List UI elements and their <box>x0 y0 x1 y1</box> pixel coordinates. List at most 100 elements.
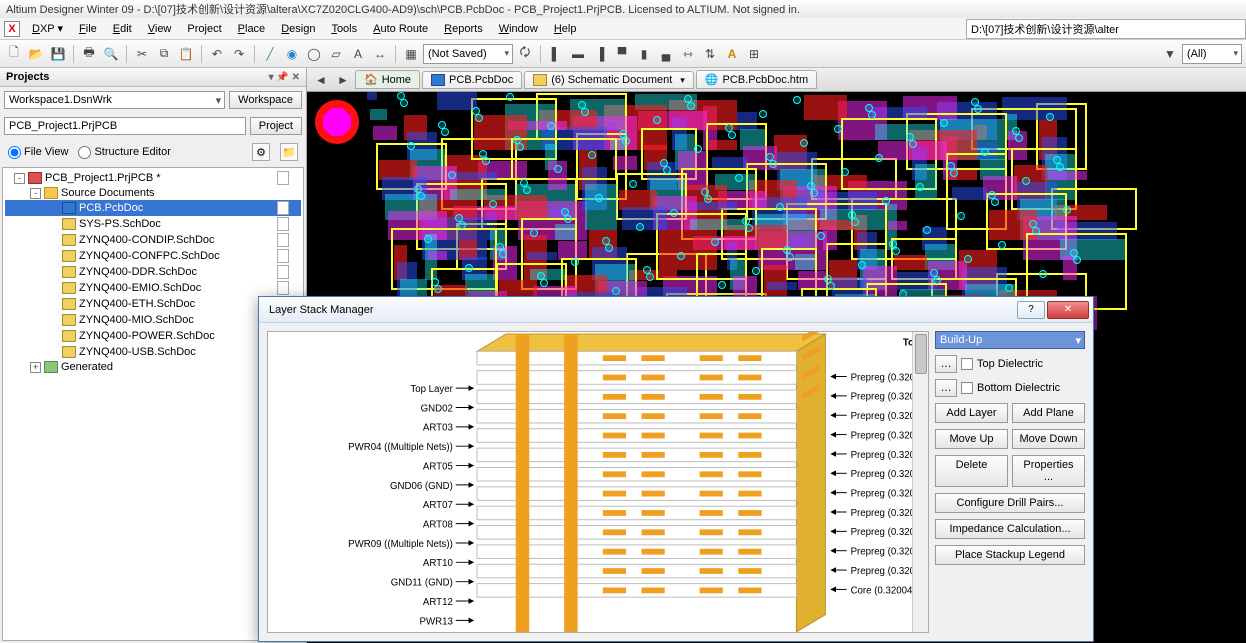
folder-icon[interactable]: 📁 <box>280 143 298 161</box>
menu-edit[interactable]: Edit <box>105 20 140 38</box>
undo-icon[interactable]: ↶ <box>207 44 227 64</box>
tree-item[interactable]: SYS-PS.SchDoc <box>5 216 301 232</box>
radio-structure-editor[interactable]: Structure Editor <box>78 146 170 159</box>
save-icon[interactable]: 💾 <box>48 44 68 64</box>
redo-icon[interactable]: ↷ <box>229 44 249 64</box>
tree-item[interactable]: ZYNQ400-EMIO.SchDoc <box>5 280 301 296</box>
tree-item[interactable]: ZYNQ400-MIO.SchDoc <box>5 312 301 328</box>
tree-label: ZYNQ400-EMIO.SchDoc <box>79 282 201 294</box>
route-icon[interactable]: ╱ <box>260 44 280 64</box>
drill-pairs-button[interactable]: Configure Drill Pairs... <box>935 493 1085 513</box>
tab-home[interactable]: 🏠 Home <box>355 70 420 89</box>
pin-icon[interactable]: ▾ 📌 ✕ <box>269 72 300 83</box>
path-box[interactable]: D:\[07]技术创新\设计资源\alter <box>966 19 1246 39</box>
dist-h-icon[interactable]: ⇿ <box>678 44 698 64</box>
help-icon[interactable]: ? <box>1017 301 1045 319</box>
text-icon[interactable]: A <box>348 44 368 64</box>
doc-icon <box>277 201 289 215</box>
close-icon[interactable]: ✕ <box>1047 301 1089 319</box>
menu-dxp[interactable]: DXP ▾ <box>24 19 71 38</box>
align-h-icon[interactable]: ▬ <box>568 44 588 64</box>
tab-pcb[interactable]: PCB.PcbDoc <box>422 71 522 89</box>
project-button[interactable]: Project <box>250 117 302 135</box>
menu-place[interactable]: Place <box>230 20 274 38</box>
tree-expand-icon[interactable]: - <box>30 188 41 199</box>
align-bot-icon[interactable]: ▄ <box>656 44 676 64</box>
top-dielectric-dots[interactable]: … <box>935 355 957 373</box>
tree-expand-icon[interactable]: - <box>14 173 25 184</box>
tree-item[interactable]: ZYNQ400-ETH.SchDoc <box>5 296 301 312</box>
dim-icon[interactable]: ↔ <box>370 44 390 64</box>
pad-icon[interactable]: ◯ <box>304 44 324 64</box>
doc-icon <box>277 217 289 231</box>
tree-item[interactable]: +Generated <box>5 360 301 374</box>
align-top-icon[interactable]: ▀ <box>612 44 632 64</box>
menu-file[interactable]: File <box>71 20 105 38</box>
menu-design[interactable]: Design <box>273 20 323 38</box>
tree-item[interactable]: ZYNQ400-USB.SchDoc <box>5 344 301 360</box>
stackup-legend-button[interactable]: Place Stackup Legend <box>935 545 1085 565</box>
menu-reports[interactable]: Reports <box>436 20 491 38</box>
scrollbar-v[interactable] <box>912 332 928 632</box>
tree-item[interactable]: PCB.PcbDoc <box>5 200 301 216</box>
bot-dielectric-dots[interactable]: … <box>935 379 957 397</box>
layer-name: Top Layer <box>410 384 453 395</box>
tree-item[interactable]: ZYNQ400-POWER.SchDoc <box>5 328 301 344</box>
workspace-button[interactable]: Workspace <box>229 91 302 109</box>
new-icon[interactable]: 🗋 <box>4 44 24 64</box>
align-v-icon[interactable]: ▮ <box>634 44 654 64</box>
align-right-icon[interactable]: ▐ <box>590 44 610 64</box>
menu-project[interactable]: Project <box>179 20 229 38</box>
bot-dielectric-check[interactable] <box>961 382 973 394</box>
tab-schematics[interactable]: (6) Schematic Document <box>524 71 694 89</box>
tree-item[interactable]: -Source Documents <box>5 186 301 200</box>
comp-icon[interactable]: ⊞ <box>744 44 764 64</box>
dielectric-name: Prepreg (0.320 <box>851 547 915 558</box>
tree-item[interactable]: ZYNQ400-CONDIP.SchDoc <box>5 232 301 248</box>
copy-icon[interactable]: ⧉ <box>154 44 174 64</box>
string-icon[interactable]: A <box>722 44 742 64</box>
tree-item[interactable]: -PCB_Project1.PrjPCB * <box>5 170 301 186</box>
nav-back-icon[interactable]: ◄ <box>311 70 331 90</box>
menu-view[interactable]: View <box>140 20 180 38</box>
move-down-button[interactable]: Move Down <box>1012 429 1085 449</box>
filter-combo[interactable]: (All) <box>1182 44 1242 64</box>
dist-v-icon[interactable]: ⇅ <box>700 44 720 64</box>
menu-help[interactable]: Help <box>546 20 585 38</box>
properties-button[interactable]: Properties ... <box>1012 455 1085 487</box>
poly-icon[interactable]: ▱ <box>326 44 346 64</box>
delete-button[interactable]: Delete <box>935 455 1008 487</box>
tree-item[interactable]: ZYNQ400-DDR.SchDoc <box>5 264 301 280</box>
refresh-icon[interactable]: 🗘 <box>515 44 535 64</box>
separator <box>73 45 74 63</box>
settings-icon[interactable]: ⚙ <box>252 143 270 161</box>
dialog-titlebar[interactable]: Layer Stack Manager ? ✕ <box>259 297 1093 323</box>
menu-tools[interactable]: Tools <box>323 20 365 38</box>
impedance-button[interactable]: Impedance Calculation... <box>935 519 1085 539</box>
saved-combo[interactable]: (Not Saved) <box>423 44 513 64</box>
menu-window[interactable]: Window <box>491 20 546 38</box>
buildup-combo[interactable]: Build-Up <box>935 331 1085 349</box>
top-dielectric-check[interactable] <box>961 358 973 370</box>
tree-item[interactable]: ZYNQ400-CONFPC.SchDoc <box>5 248 301 264</box>
tree-expand-icon[interactable]: + <box>30 362 41 373</box>
preview-icon[interactable]: 🔍 <box>101 44 121 64</box>
radio-file-view[interactable]: File View <box>8 146 68 159</box>
move-up-button[interactable]: Move Up <box>935 429 1008 449</box>
via-icon[interactable]: ◉ <box>282 44 302 64</box>
paste-icon[interactable]: 📋 <box>176 44 196 64</box>
project-input[interactable] <box>4 117 246 135</box>
add-plane-button[interactable]: Add Plane <box>1012 403 1085 423</box>
nav-fwd-icon[interactable]: ► <box>333 70 353 90</box>
tab-htm[interactable]: 🌐 PCB.PcbDoc.htm <box>696 70 817 89</box>
menu-autoroute[interactable]: Auto Route <box>365 20 436 38</box>
open-icon[interactable]: 📂 <box>26 44 46 64</box>
align-left-icon[interactable]: ▌ <box>546 44 566 64</box>
workspace-combo[interactable]: Workspace1.DsnWrk <box>4 91 225 109</box>
cut-icon[interactable]: ✂ <box>132 44 152 64</box>
filter-funnel-icon[interactable]: ▼ <box>1160 44 1180 64</box>
add-layer-button[interactable]: Add Layer <box>935 403 1008 423</box>
grid-icon[interactable]: ▦ <box>401 44 421 64</box>
doc-icon <box>277 171 289 185</box>
print-icon[interactable]: 🖶 <box>79 44 99 64</box>
